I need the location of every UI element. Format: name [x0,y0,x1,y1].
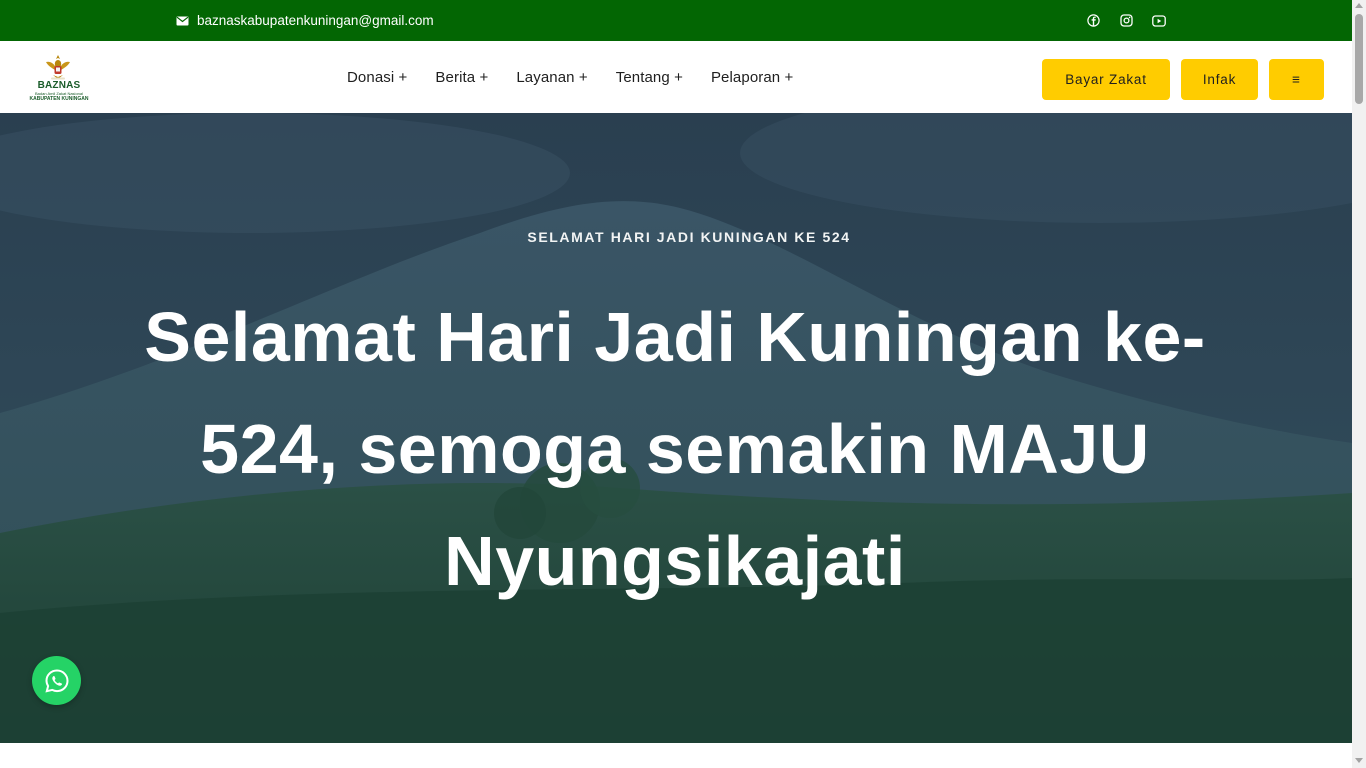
nav-item-tentang[interactable]: Tentang + [616,69,683,86]
contact-email[interactable]: baznaskabupatenkuningan@gmail.com [176,0,434,41]
baznas-logo[interactable]: BAZNAS Badan Amil Zakat Nasional KABUPAT… [26,54,92,104]
scroll-up-arrow-icon[interactable] [1355,3,1363,8]
scroll-down-arrow-icon[interactable] [1355,758,1363,763]
hamburger-menu-button[interactable]: ≡ [1269,59,1324,100]
logo-region: KABUPATEN KUNINGAN [29,96,89,102]
garuda-emblem-icon [46,55,70,80]
scrollbar-thumb[interactable] [1355,14,1363,104]
nav-item-layanan[interactable]: Layanan + [516,69,587,86]
hero-kicker: SELAMAT HARI JADI KUNINGAN KE 524 [527,229,851,245]
logo-brand: BAZNAS [37,80,81,91]
page-scrollbar[interactable] [1352,0,1366,768]
envelope-icon [176,16,189,26]
youtube-icon[interactable] [1152,14,1166,28]
infak-button[interactable]: Infak [1181,59,1258,100]
facebook-icon[interactable] [1086,14,1100,28]
main-nav: Donasi + Berita + Layanan + Tentang + Pe… [347,41,793,113]
instagram-icon[interactable] [1119,14,1133,28]
social-links [1086,0,1166,41]
contact-email-text: baznaskabupatenkuningan@gmail.com [197,13,434,28]
page-bottom-strip [0,743,1352,768]
main-header: BAZNAS Badan Amil Zakat Nasional KABUPAT… [0,41,1352,113]
nav-item-donasi[interactable]: Donasi + [347,69,407,86]
whatsapp-chat-button[interactable] [32,656,81,705]
nav-item-berita[interactable]: Berita + [435,69,488,86]
hero-banner: SELAMAT HARI JADI KUNINGAN KE 524 Selama… [0,113,1352,743]
whatsapp-icon [44,668,69,693]
top-bar: baznaskabupatenkuningan@gmail.com [0,0,1352,41]
hamburger-icon: ≡ [1292,72,1301,87]
hero-headline: Selamat Hari Jadi Kuningan ke-524, semog… [144,298,1206,600]
bayar-zakat-button[interactable]: Bayar Zakat [1042,59,1170,100]
nav-item-pelaporan[interactable]: Pelaporan + [711,69,793,86]
